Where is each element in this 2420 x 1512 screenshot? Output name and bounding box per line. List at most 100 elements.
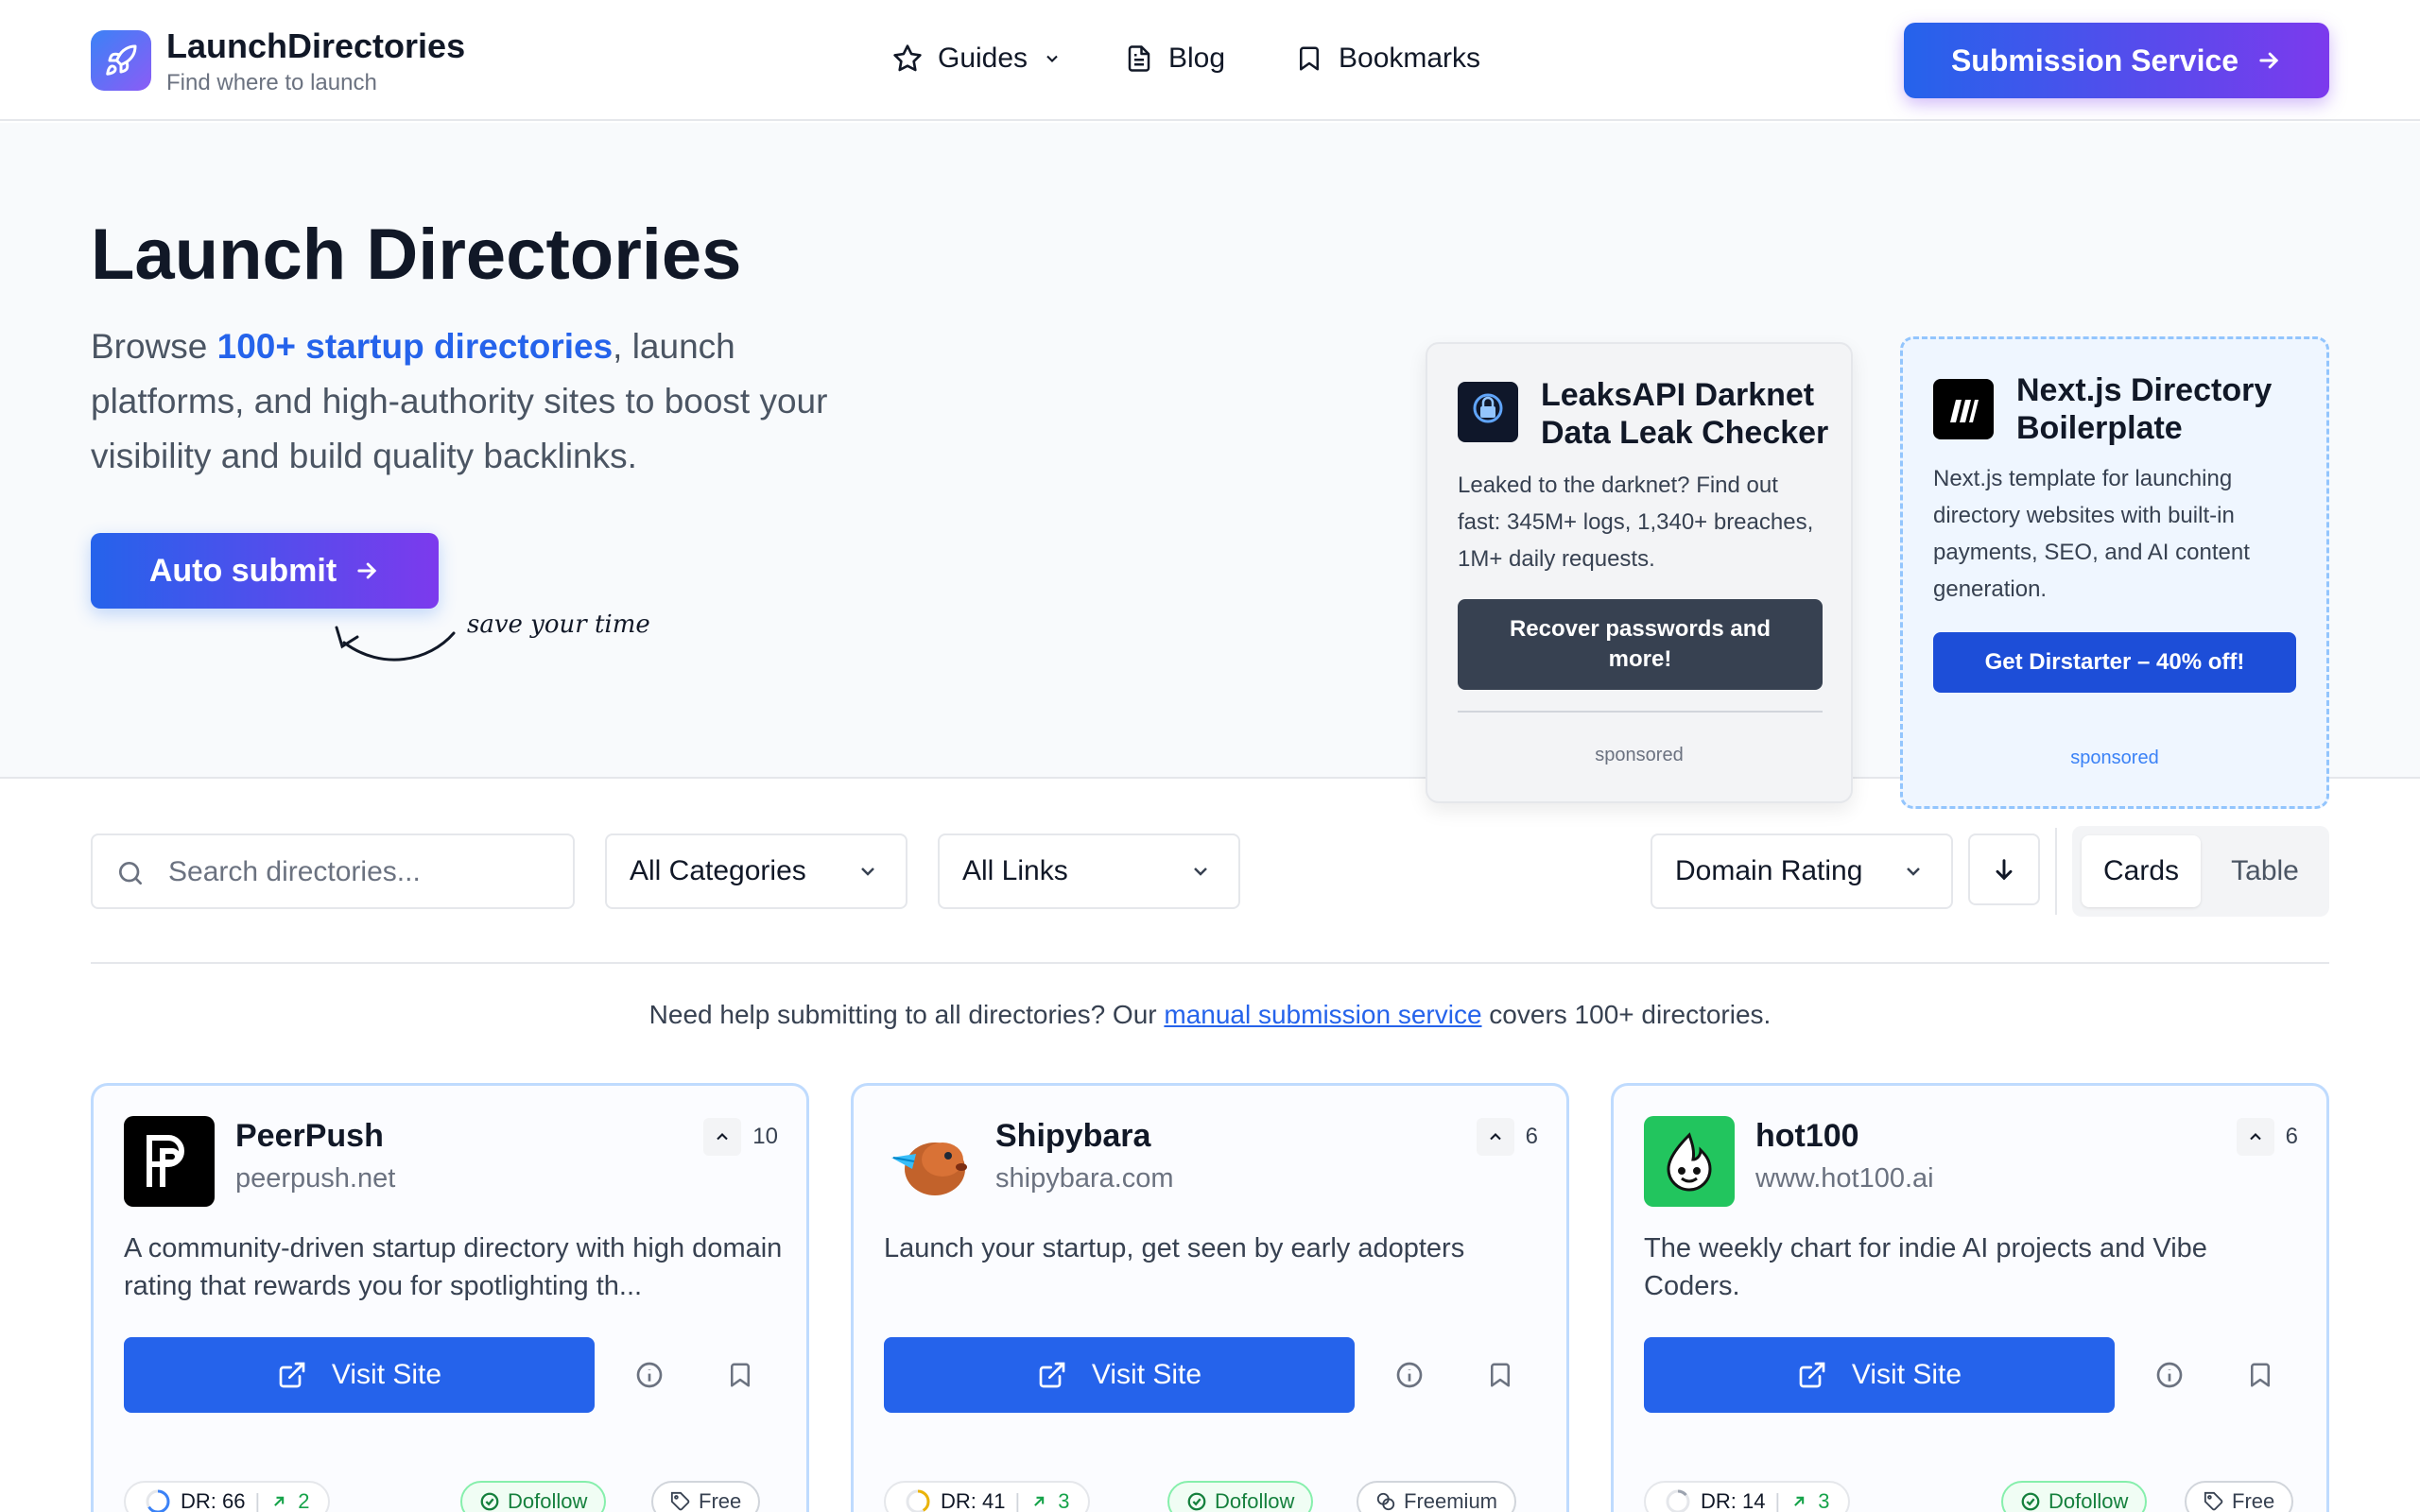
- links-select[interactable]: All Links: [938, 833, 1240, 909]
- brand-name[interactable]: LaunchDirectories: [166, 26, 465, 66]
- document-icon: [1128, 45, 1150, 72]
- directory-name[interactable]: Shipybara: [995, 1118, 1150, 1155]
- vote-count: 10: [752, 1124, 778, 1149]
- check-circle-icon: [480, 1492, 499, 1511]
- nav-blog[interactable]: Blog: [1125, 40, 1225, 77]
- sponsor-card-leaksapi[interactable]: LeaksAPI Darknet Data Leak Checker Leake…: [1426, 342, 1853, 803]
- sponsor-cta-button[interactable]: Recover passwords and more!: [1458, 599, 1823, 690]
- directory-description: The weekly chart for indie AI projects a…: [1644, 1233, 2207, 1301]
- directory-card: hot100 www.hot100.ai 6 The weekly chart …: [1611, 1083, 2329, 1512]
- chevron-down-icon: [1194, 868, 1207, 876]
- sponsor-card-dirstarter[interactable]: Next.js Directory Boilerplate Next.js te…: [1900, 336, 2329, 809]
- sponsor-description: Next.js template for launching directory…: [1933, 466, 2250, 602]
- search-box[interactable]: [91, 833, 575, 909]
- dr-progress-ring: [146, 1489, 170, 1512]
- domain-rating-badge: DR: 41 | 3: [884, 1481, 1091, 1512]
- sponsor-title[interactable]: Next.js Directory Boilerplate: [2016, 371, 2300, 447]
- auto-submit-button[interactable]: Auto submit: [91, 533, 439, 609]
- hero-description: Browse 100+ startup directories, launch …: [91, 319, 828, 484]
- visit-site-button[interactable]: Visit Site: [1644, 1337, 2115, 1413]
- directory-description: Launch your startup, get seen by early a…: [884, 1233, 1465, 1263]
- brand-tagline: Find where to launch: [166, 70, 377, 95]
- nav-bookmarks[interactable]: Bookmarks: [1295, 40, 1480, 77]
- category-select-value: All Categories: [630, 855, 806, 886]
- link-type-label: Dofollow: [1215, 1489, 1295, 1512]
- directory-name[interactable]: hot100: [1755, 1118, 1859, 1155]
- sponsored-label: sponsored: [2070, 747, 2159, 768]
- pricing-label: Free: [2232, 1489, 2275, 1512]
- nav-guides[interactable]: Guides: [892, 40, 1062, 77]
- leaksapi-logo-icon: [1458, 382, 1518, 442]
- directory-description: A community-driven startup directory wit…: [124, 1233, 783, 1301]
- nav-bookmarks-label: Bookmarks: [1339, 43, 1481, 74]
- domain-rating-badge: DR: 14 | 3: [1644, 1481, 1851, 1512]
- chevron-up-icon: [2249, 1133, 2261, 1141]
- bookmark-icon[interactable]: [1481, 1356, 1519, 1394]
- visit-site-label: Visit Site: [1851, 1359, 1962, 1390]
- hero-section: Launch Directories Browse 100+ startup d…: [0, 123, 2420, 809]
- help-text: Need help submitting to all directories?…: [0, 1000, 2420, 1030]
- pricing-badge: Freemium: [1357, 1481, 1517, 1512]
- tag-icon: [2204, 1491, 2223, 1511]
- divider: [1458, 711, 1823, 713]
- bookmark-icon[interactable]: [2241, 1356, 2279, 1394]
- directory-name[interactable]: PeerPush: [235, 1118, 384, 1155]
- chevron-up-icon: [717, 1133, 729, 1141]
- divider: [2055, 828, 2057, 915]
- trend-value: 3: [1058, 1489, 1070, 1512]
- shipybara-logo-icon: [884, 1116, 975, 1207]
- sort-direction-button[interactable]: [1968, 833, 2040, 905]
- bookmark-icon[interactable]: [721, 1356, 759, 1394]
- external-link-icon: [1799, 1362, 1825, 1388]
- upvote-button[interactable]: 6: [2236, 1118, 2298, 1156]
- info-icon[interactable]: [631, 1356, 668, 1394]
- info-icon[interactable]: [2151, 1356, 2188, 1394]
- bookmark-icon: [1300, 46, 1319, 71]
- visit-site-label: Visit Site: [331, 1359, 442, 1390]
- upvote-button[interactable]: 10: [703, 1118, 778, 1156]
- check-circle-icon: [2021, 1492, 2040, 1511]
- pricing-badge: Free: [651, 1481, 761, 1512]
- chevron-down-icon: [1046, 55, 1058, 62]
- curved-arrow-icon: [335, 626, 456, 662]
- sponsor-title[interactable]: LeaksAPI Darknet Data Leak Checker: [1541, 376, 1834, 452]
- save-time-note: save your time: [467, 610, 650, 639]
- check-circle-icon: [1187, 1492, 1206, 1511]
- visit-site-button[interactable]: Visit Site: [884, 1337, 1355, 1413]
- peerpush-logo-icon: [124, 1116, 215, 1207]
- search-input[interactable]: [168, 852, 556, 892]
- visit-site-label: Visit Site: [1091, 1359, 1202, 1390]
- visit-site-button[interactable]: Visit Site: [124, 1337, 595, 1413]
- sponsor-description: Leaked to the darknet? Find out fast: 34…: [1458, 472, 1814, 572]
- star-icon: [893, 44, 922, 72]
- pricing-badge: Free: [2185, 1481, 2294, 1512]
- view-table-tab[interactable]: Table: [2210, 835, 2320, 907]
- help-suffix: covers 100+ directories.: [1481, 1000, 1772, 1029]
- trend-value: 2: [298, 1489, 310, 1512]
- category-select[interactable]: All Categories: [605, 833, 908, 909]
- link-type-badge: Dofollow: [1167, 1481, 1314, 1512]
- submission-service-button[interactable]: Submission Service: [1904, 23, 2329, 98]
- upvote-button[interactable]: 6: [1476, 1118, 1538, 1156]
- coins-icon: [1376, 1492, 1395, 1511]
- dr-progress-ring: [906, 1489, 930, 1512]
- rocket-logo-icon[interactable]: [91, 30, 151, 91]
- sponsor-cta-button[interactable]: Get Dirstarter – 40% off!: [1933, 632, 2296, 693]
- manual-submission-link[interactable]: manual submission service: [1164, 1000, 1481, 1029]
- hot100-logo-icon: [1644, 1116, 1735, 1207]
- dr-value: DR: 41: [941, 1489, 1006, 1512]
- nav-blog-label: Blog: [1168, 43, 1226, 74]
- vote-count: 6: [2285, 1124, 2298, 1149]
- dr-value: DR: 14: [1701, 1489, 1766, 1512]
- view-cards-tab[interactable]: Cards: [2082, 835, 2201, 907]
- info-icon[interactable]: [1391, 1356, 1428, 1394]
- search-icon: [118, 862, 142, 885]
- external-link-icon: [279, 1362, 305, 1388]
- chevron-down-icon: [1907, 868, 1920, 876]
- directory-domain: shipybara.com: [995, 1163, 1174, 1194]
- hero-desc-highlight[interactable]: 100+ startup directories: [217, 327, 614, 366]
- sort-select[interactable]: Domain Rating: [1651, 833, 1953, 909]
- view-toggle: Cards Table: [2072, 826, 2329, 917]
- directory-domain: peerpush.net: [235, 1163, 396, 1194]
- page-title: Launch Directories: [91, 215, 742, 295]
